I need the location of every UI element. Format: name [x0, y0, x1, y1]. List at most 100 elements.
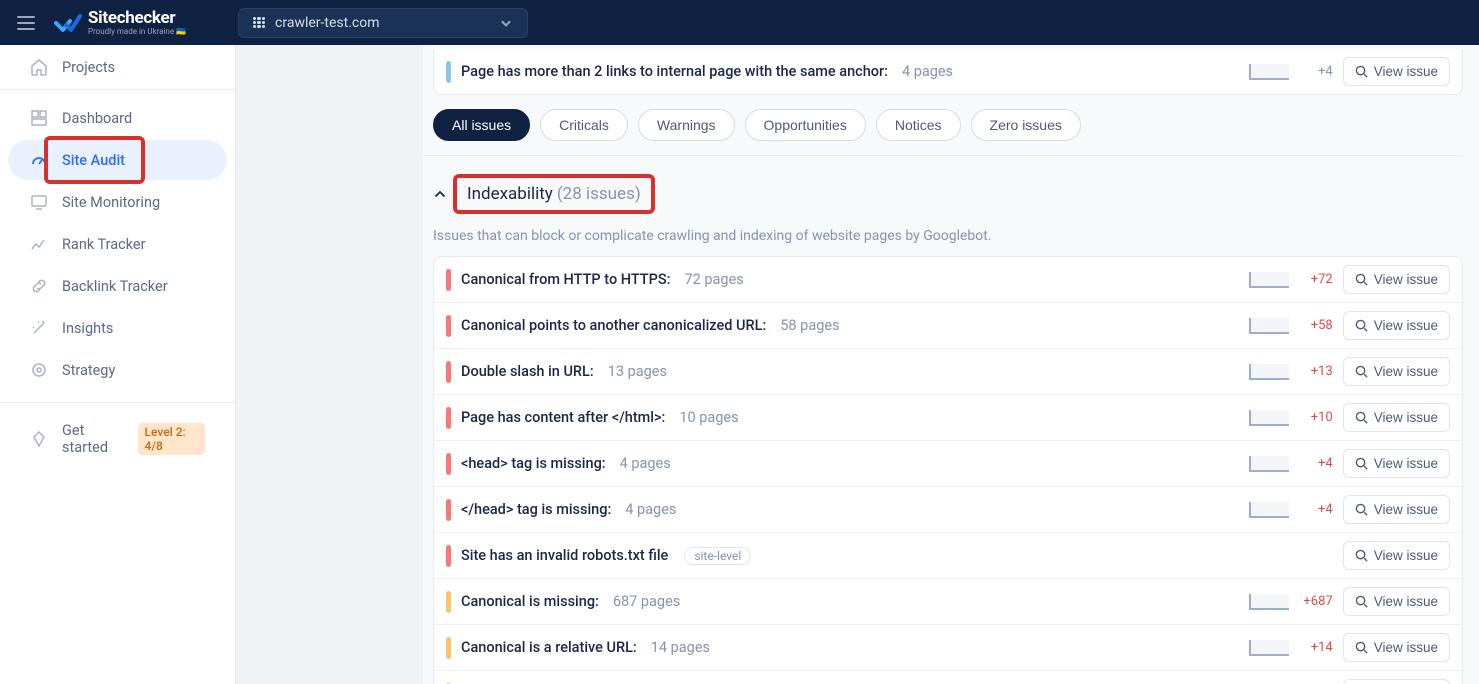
sidebar-item-get-started[interactable]: Get started Level 2: 4/8: [8, 411, 227, 467]
severity-indicator: [446, 269, 451, 291]
issue-title: Canonical is missing:: [461, 593, 599, 610]
issue-page-count: 72 pages: [685, 271, 744, 288]
issue-title: Page has more than 2 links to internal p…: [461, 63, 888, 80]
view-issue-button[interactable]: View issue: [1343, 587, 1450, 616]
issue-row[interactable]: Canonical from HTTP to HTTPS: 72 pages +72…: [434, 257, 1462, 303]
sidebar-item-projects[interactable]: Projects: [8, 47, 227, 87]
issue-page-count: 14 pages: [651, 639, 710, 656]
sidebar-item-rank-tracker[interactable]: Rank Tracker: [8, 224, 227, 264]
view-issue-button[interactable]: View issue: [1343, 311, 1450, 340]
logo-text: Sitechecker: [88, 10, 186, 27]
sidebar-item-site-monitoring[interactable]: Site Monitoring: [8, 182, 227, 222]
filter-zero-issues[interactable]: Zero issues: [971, 109, 1081, 141]
section-toggle-indexability[interactable]: Indexability (28 issues): [433, 174, 1463, 214]
issue-title: Canonical points to another canonicalize…: [461, 317, 766, 334]
view-issue-button[interactable]: View issue: [1343, 57, 1450, 86]
issue-row[interactable]: <head> tag is missing:4 pages+4View issu…: [434, 441, 1462, 487]
view-issue-label: View issue: [1374, 548, 1438, 563]
filter-notices[interactable]: Notices: [876, 109, 961, 141]
issue-title: </head> tag is missing:: [461, 501, 611, 518]
trend-sparkline: [1249, 594, 1289, 610]
view-issue-label: View issue: [1374, 640, 1438, 655]
issue-title: Canonical from HTTP to HTTPS:: [461, 271, 671, 288]
issue-delta: +58: [1299, 318, 1333, 333]
trend-sparkline: [1249, 410, 1289, 426]
filter-all-issues[interactable]: All issues: [433, 109, 530, 141]
left-gap: [236, 45, 423, 684]
severity-indicator: [446, 361, 451, 383]
trend-sparkline: [1249, 64, 1289, 80]
level-badge: Level 2: 4/8: [138, 423, 205, 455]
sidebar-item-dashboard[interactable]: Dashboard: [8, 98, 227, 138]
filter-warnings[interactable]: Warnings: [638, 109, 735, 141]
issue-row[interactable]: Canonical is a relative URL: 14 pages +14 V…: [434, 625, 1462, 671]
issue-row[interactable]: Site has an invalid robots.txt file site-…: [434, 533, 1462, 579]
view-issue-button[interactable]: View issue: [1343, 495, 1450, 524]
issue-delta: +14: [1299, 640, 1333, 655]
view-issue-button[interactable]: View issue: [1343, 265, 1450, 294]
view-issue-button[interactable]: View issue: [1343, 357, 1450, 386]
issue-delta: +4: [1299, 64, 1333, 79]
view-issue-button[interactable]: View issue: [1343, 449, 1450, 478]
issue-delta: +687: [1299, 594, 1333, 609]
issue-title: Site has an invalid robots.txt file: [461, 547, 668, 564]
issue-row[interactable]: Canonical is missing:687 pages+687View i…: [434, 579, 1462, 625]
filter-opportunities[interactable]: Opportunities: [745, 109, 866, 141]
search-icon: [1355, 65, 1368, 78]
search-icon: [1355, 641, 1368, 654]
target-icon: [30, 361, 48, 379]
sidebar-item-strategy[interactable]: Strategy: [8, 350, 227, 390]
issue-page-count: 10 pages: [679, 409, 738, 426]
issue-row[interactable]: Noindex in HTML and HTTP header:4 pages+…: [434, 671, 1462, 684]
app-header: Sitechecker Proudly made in Ukraine 🇺🇦 c…: [0, 0, 1479, 45]
sidebar-item-label: Dashboard: [62, 110, 132, 127]
logo[interactable]: Sitechecker Proudly made in Ukraine 🇺🇦: [54, 10, 186, 36]
issue-row[interactable]: </head> tag is missing:4 pages+4View iss…: [434, 487, 1462, 533]
sidebar-item-insights[interactable]: Insights: [8, 308, 227, 348]
view-issue-button[interactable]: View issue: [1343, 679, 1450, 684]
view-issue-button[interactable]: View issue: [1343, 541, 1450, 570]
issue-page-count: 4 pages: [625, 501, 676, 518]
view-issue-label: View issue: [1374, 456, 1438, 471]
issue-page-count: 58 pages: [780, 317, 839, 334]
hamburger-icon: [17, 16, 35, 30]
issue-title: Canonical is a relative URL:: [461, 639, 637, 656]
issue-row[interactable]: Page has more than 2 links to internal p…: [434, 49, 1462, 94]
highlight-box: Indexability (28 issues): [453, 174, 655, 214]
logo-check-icon: [54, 13, 82, 33]
main-content: Page has more than 2 links to internal p…: [236, 45, 1479, 684]
site-selector-dropdown[interactable]: crawler-test.com: [238, 8, 528, 38]
sidebar-item-site-audit[interactable]: Site Audit: [8, 140, 227, 180]
sidebar-item-label: Get started: [62, 422, 124, 456]
severity-indicator: [446, 407, 451, 429]
site-level-badge: site-level: [684, 547, 751, 565]
issue-row[interactable]: Page has content after </html>:10 pages+…: [434, 395, 1462, 441]
issue-row[interactable]: Double slash in URL:13 pages+13View issu…: [434, 349, 1462, 395]
link-icon: [30, 277, 48, 295]
hamburger-menu-button[interactable]: [10, 7, 42, 39]
grid-icon: [253, 17, 265, 29]
search-icon: [1355, 595, 1368, 608]
issue-delta: +13: [1299, 364, 1333, 379]
issue-delta: +72: [1299, 272, 1333, 287]
view-issue-button[interactable]: View issue: [1343, 633, 1450, 662]
severity-indicator: [446, 315, 451, 337]
filter-criticals[interactable]: Criticals: [540, 109, 628, 141]
issue-row[interactable]: Canonical points to another canonicalize…: [434, 303, 1462, 349]
chevron-up-icon: [433, 187, 447, 201]
trend-sparkline: [1249, 272, 1289, 288]
view-issue-label: View issue: [1374, 502, 1438, 517]
home-icon: [30, 58, 48, 76]
search-icon: [1355, 457, 1368, 470]
issue-delta: +10: [1299, 410, 1333, 425]
severity-indicator: [446, 499, 451, 521]
filter-tabs: All issues Criticals Warnings Opportunit…: [423, 95, 1463, 156]
sidebar-item-label: Rank Tracker: [62, 236, 146, 253]
severity-indicator: [446, 637, 451, 659]
section-description: Issues that can block or complicate craw…: [433, 228, 1463, 244]
sidebar-item-backlink-tracker[interactable]: Backlink Tracker: [8, 266, 227, 306]
dashboard-icon: [30, 109, 48, 127]
issue-page-count: 13 pages: [608, 363, 667, 380]
trend-sparkline: [1249, 318, 1289, 334]
view-issue-button[interactable]: View issue: [1343, 403, 1450, 432]
